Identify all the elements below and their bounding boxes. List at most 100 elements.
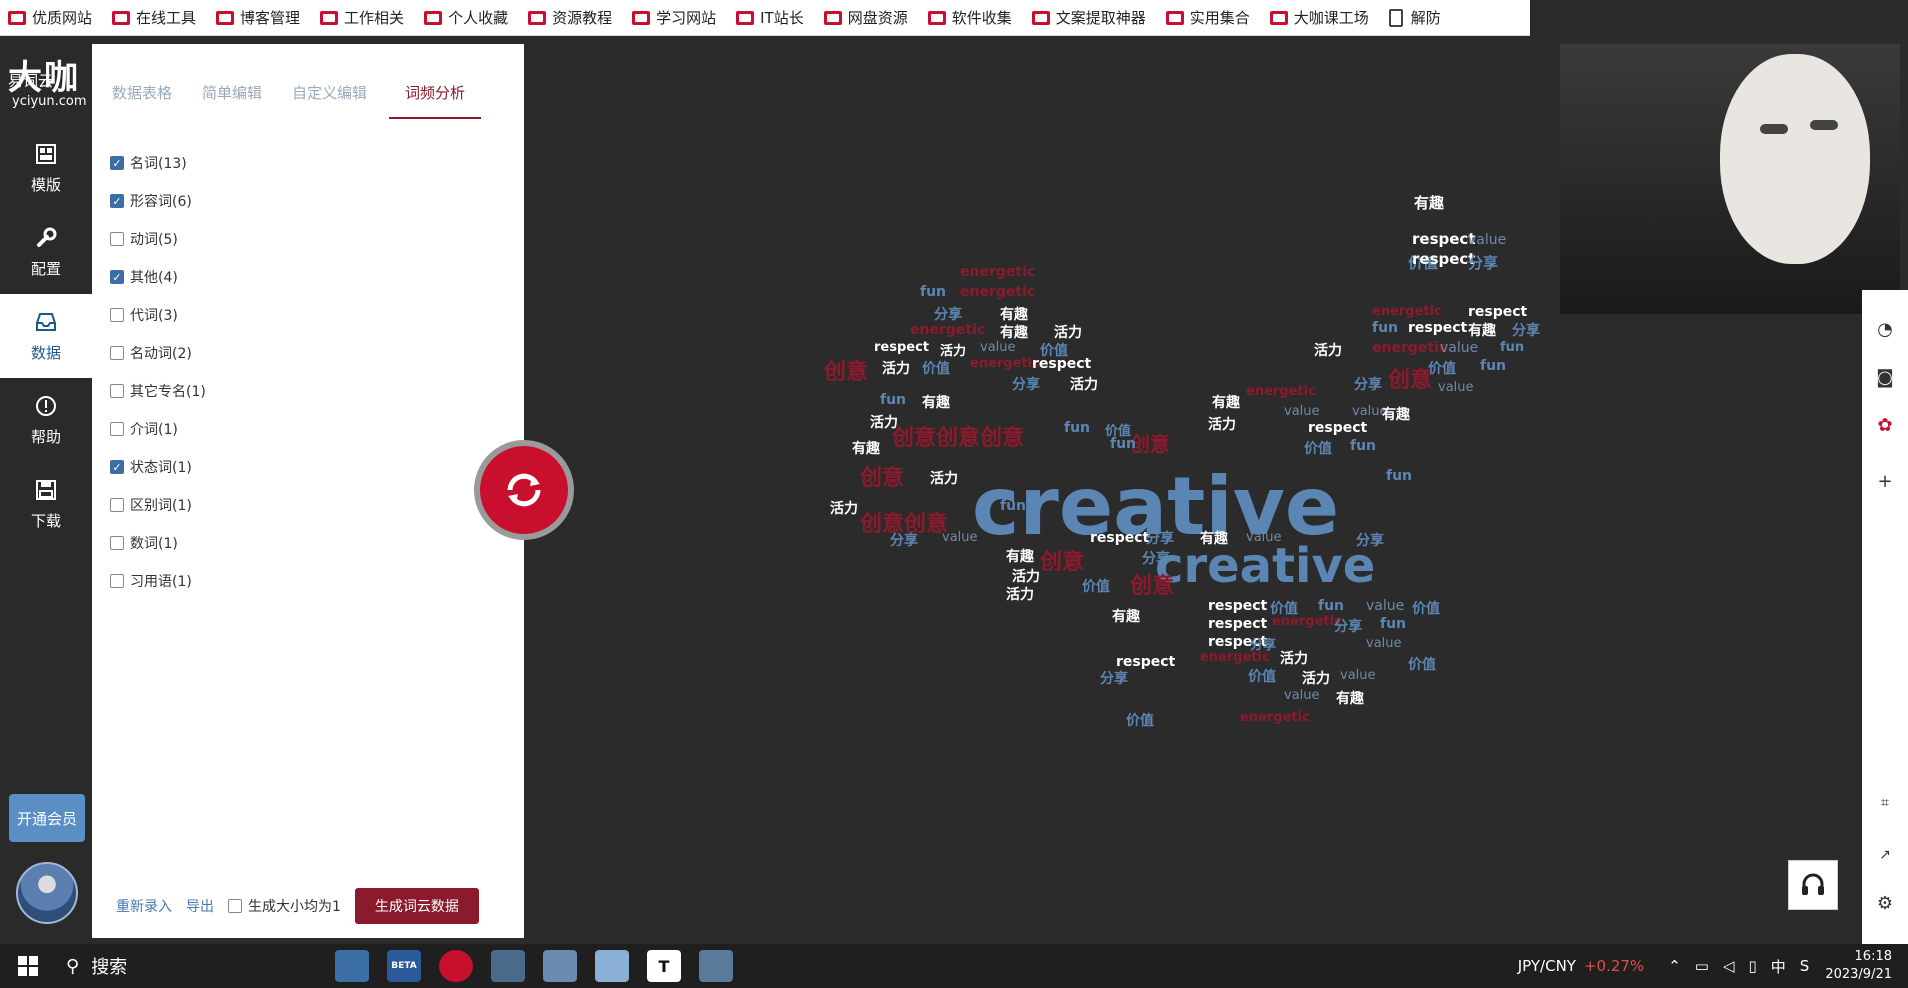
bookmark-item[interactable]: 网盘资源 (823, 7, 908, 28)
cloud-word: 活力 (1006, 587, 1034, 603)
pos-checkbox[interactable] (110, 574, 124, 588)
cloud-word: respect (1090, 530, 1150, 546)
pos-checkbox[interactable]: ✓ (110, 194, 124, 208)
currency-change: +0.27% (1583, 957, 1645, 975)
pos-checkbox[interactable] (110, 498, 124, 512)
pos-checkbox[interactable]: ✓ (110, 460, 124, 474)
generate-button[interactable]: 生成词云数据 (354, 888, 479, 924)
bookmark-item[interactable]: 工作相关 (320, 7, 404, 28)
logo[interactable]: 大咖 易词云 yciyun.com (8, 50, 87, 109)
bookmark-item[interactable]: 大咖课工场 (1269, 7, 1369, 28)
avatar[interactable] (16, 862, 78, 924)
nav-item-download[interactable]: 下载 (0, 462, 92, 546)
folder-icon (8, 10, 26, 25)
pos-checkbox[interactable] (110, 346, 124, 360)
pos-checkbox[interactable] (110, 422, 124, 436)
clock-time: 16:18 (1854, 949, 1892, 964)
external-link-icon[interactable]: ↗ (1872, 842, 1898, 868)
cloud-word: fun (1110, 436, 1137, 452)
taskbar-search[interactable]: ⚲ 搜索 (66, 953, 326, 979)
pos-filter-item[interactable]: 习用语(1) (110, 562, 206, 600)
pos-filter-item[interactable]: 区别词(1) (110, 486, 206, 524)
cloud-word: 活力 (940, 344, 967, 359)
pos-checkbox[interactable] (110, 384, 124, 398)
pos-label: 其它专名(1) (130, 384, 206, 400)
bookmark-item[interactable]: 文案提取神器 (1031, 7, 1146, 28)
pos-filter-item[interactable]: ✓ 名词(13) (110, 144, 206, 182)
taskbar-app-typora[interactable]: T (647, 950, 681, 982)
tab-data-table[interactable]: 数据表格 (112, 82, 172, 119)
pos-checkbox[interactable] (110, 536, 124, 550)
start-button[interactable] (0, 944, 56, 988)
taskbar-app-browser[interactable] (439, 950, 473, 982)
bookmark-item[interactable]: 优质网站 (8, 7, 92, 28)
bookmark-item[interactable]: 在线工具 (112, 7, 196, 28)
bookmark-item[interactable]: 博客管理 (216, 7, 300, 28)
tab-custom-edit[interactable]: 自定义编辑 (292, 82, 367, 119)
export-link[interactable]: 导出 (186, 896, 214, 916)
pos-filter-item[interactable]: 数词(1) (110, 524, 206, 562)
ime-indicator[interactable]: 中 (1771, 956, 1786, 977)
cloud-word: fun (1380, 616, 1407, 632)
bookmark-label: 学习网站 (656, 9, 717, 27)
gear-icon[interactable]: ⚙ (1872, 890, 1898, 916)
nav-item-config[interactable]: 配置 (0, 210, 92, 294)
bookmark-item[interactable]: 解防 (1388, 7, 1441, 28)
taskbar-app-monitor[interactable] (699, 950, 733, 982)
chevron-up-icon[interactable]: ⌃ (1668, 957, 1681, 975)
currency-pair[interactable]: JPY/CNY (1518, 957, 1576, 975)
taskbar-app-editor[interactable] (543, 950, 577, 982)
pos-filter-item[interactable]: 名动词(2) (110, 334, 206, 372)
vip-button[interactable]: 开通会员 (9, 794, 85, 842)
copilot-icon[interactable]: ◙ (1872, 364, 1898, 390)
cloud-word: energetic (910, 322, 986, 338)
taskbar-app-files[interactable] (491, 950, 525, 982)
uniform-size-checkbox[interactable] (228, 899, 242, 913)
bookmark-label: 解防 (1410, 9, 1441, 27)
refresh-toggle-button[interactable] (474, 440, 574, 540)
taskbar-app-edge-beta[interactable]: BETA (387, 950, 421, 982)
pos-checkbox[interactable]: ✓ (110, 270, 124, 284)
tab-simple-edit[interactable]: 简单编辑 (202, 82, 262, 119)
clock[interactable]: 16:18 2023/9/21 (1825, 948, 1892, 984)
cloud-word: 价值 (1126, 713, 1154, 729)
nav-item-data[interactable]: 数据 (0, 294, 92, 378)
taskbar-app-decor[interactable] (335, 950, 369, 982)
taskbar-app-flower[interactable] (595, 950, 629, 982)
pos-filter-item[interactable]: ✓ 其他(4) (110, 258, 206, 296)
screenshot-icon[interactable]: ⌗ (1872, 790, 1898, 816)
add-icon[interactable]: + (1872, 468, 1898, 494)
battery-icon[interactable]: ▯ (1749, 957, 1757, 975)
nav-item-template[interactable]: 模版 (0, 126, 92, 210)
pos-filter-item[interactable]: 动词(5) (110, 220, 206, 258)
network-icon[interactable]: ▭ (1695, 957, 1709, 975)
bookmark-item[interactable]: IT站长 (736, 7, 804, 28)
refresh-circle-icon[interactable]: ◔ (1872, 316, 1898, 342)
bookmark-item[interactable]: 资源教程 (528, 7, 612, 28)
sogou-icon[interactable]: S (1800, 957, 1810, 975)
pos-checkbox[interactable] (110, 308, 124, 322)
logo-url: yciyun.com (12, 94, 87, 109)
cloud-word: 活力 (1314, 343, 1342, 359)
pos-filter-item[interactable]: 介词(1) (110, 410, 206, 448)
headset-support-button[interactable] (1788, 860, 1838, 910)
pos-filter-item[interactable]: ✓ 状态词(1) (110, 448, 206, 486)
pos-checkbox[interactable] (110, 232, 124, 246)
glasses-right (1810, 120, 1838, 130)
bookmark-item[interactable]: 软件收集 (927, 7, 1012, 28)
pos-checkbox[interactable]: ✓ (110, 156, 124, 170)
bookmark-item[interactable]: 个人收藏 (424, 7, 508, 28)
pos-filter-item[interactable]: ✓ 形容词(6) (110, 182, 206, 220)
bookmark-item[interactable]: 实用集合 (1165, 7, 1250, 28)
volume-icon[interactable]: ◁ (1723, 957, 1735, 975)
nav-item-help[interactable]: 帮助 (0, 378, 92, 462)
tab-word-frequency[interactable]: 词频分析 (389, 82, 482, 119)
pos-filter-item[interactable]: 其它专名(1) (110, 372, 206, 410)
bookmark-item[interactable]: 学习网站 (632, 7, 716, 28)
reenter-link[interactable]: 重新录入 (116, 896, 172, 916)
pos-filter-item[interactable]: 代词(3) (110, 296, 206, 334)
taskbar-search-label: 搜索 (91, 957, 128, 978)
cloud-word: fun (1000, 498, 1027, 514)
pos-label: 数词(1) (130, 536, 178, 552)
flower-icon[interactable]: ✿ (1872, 412, 1898, 438)
